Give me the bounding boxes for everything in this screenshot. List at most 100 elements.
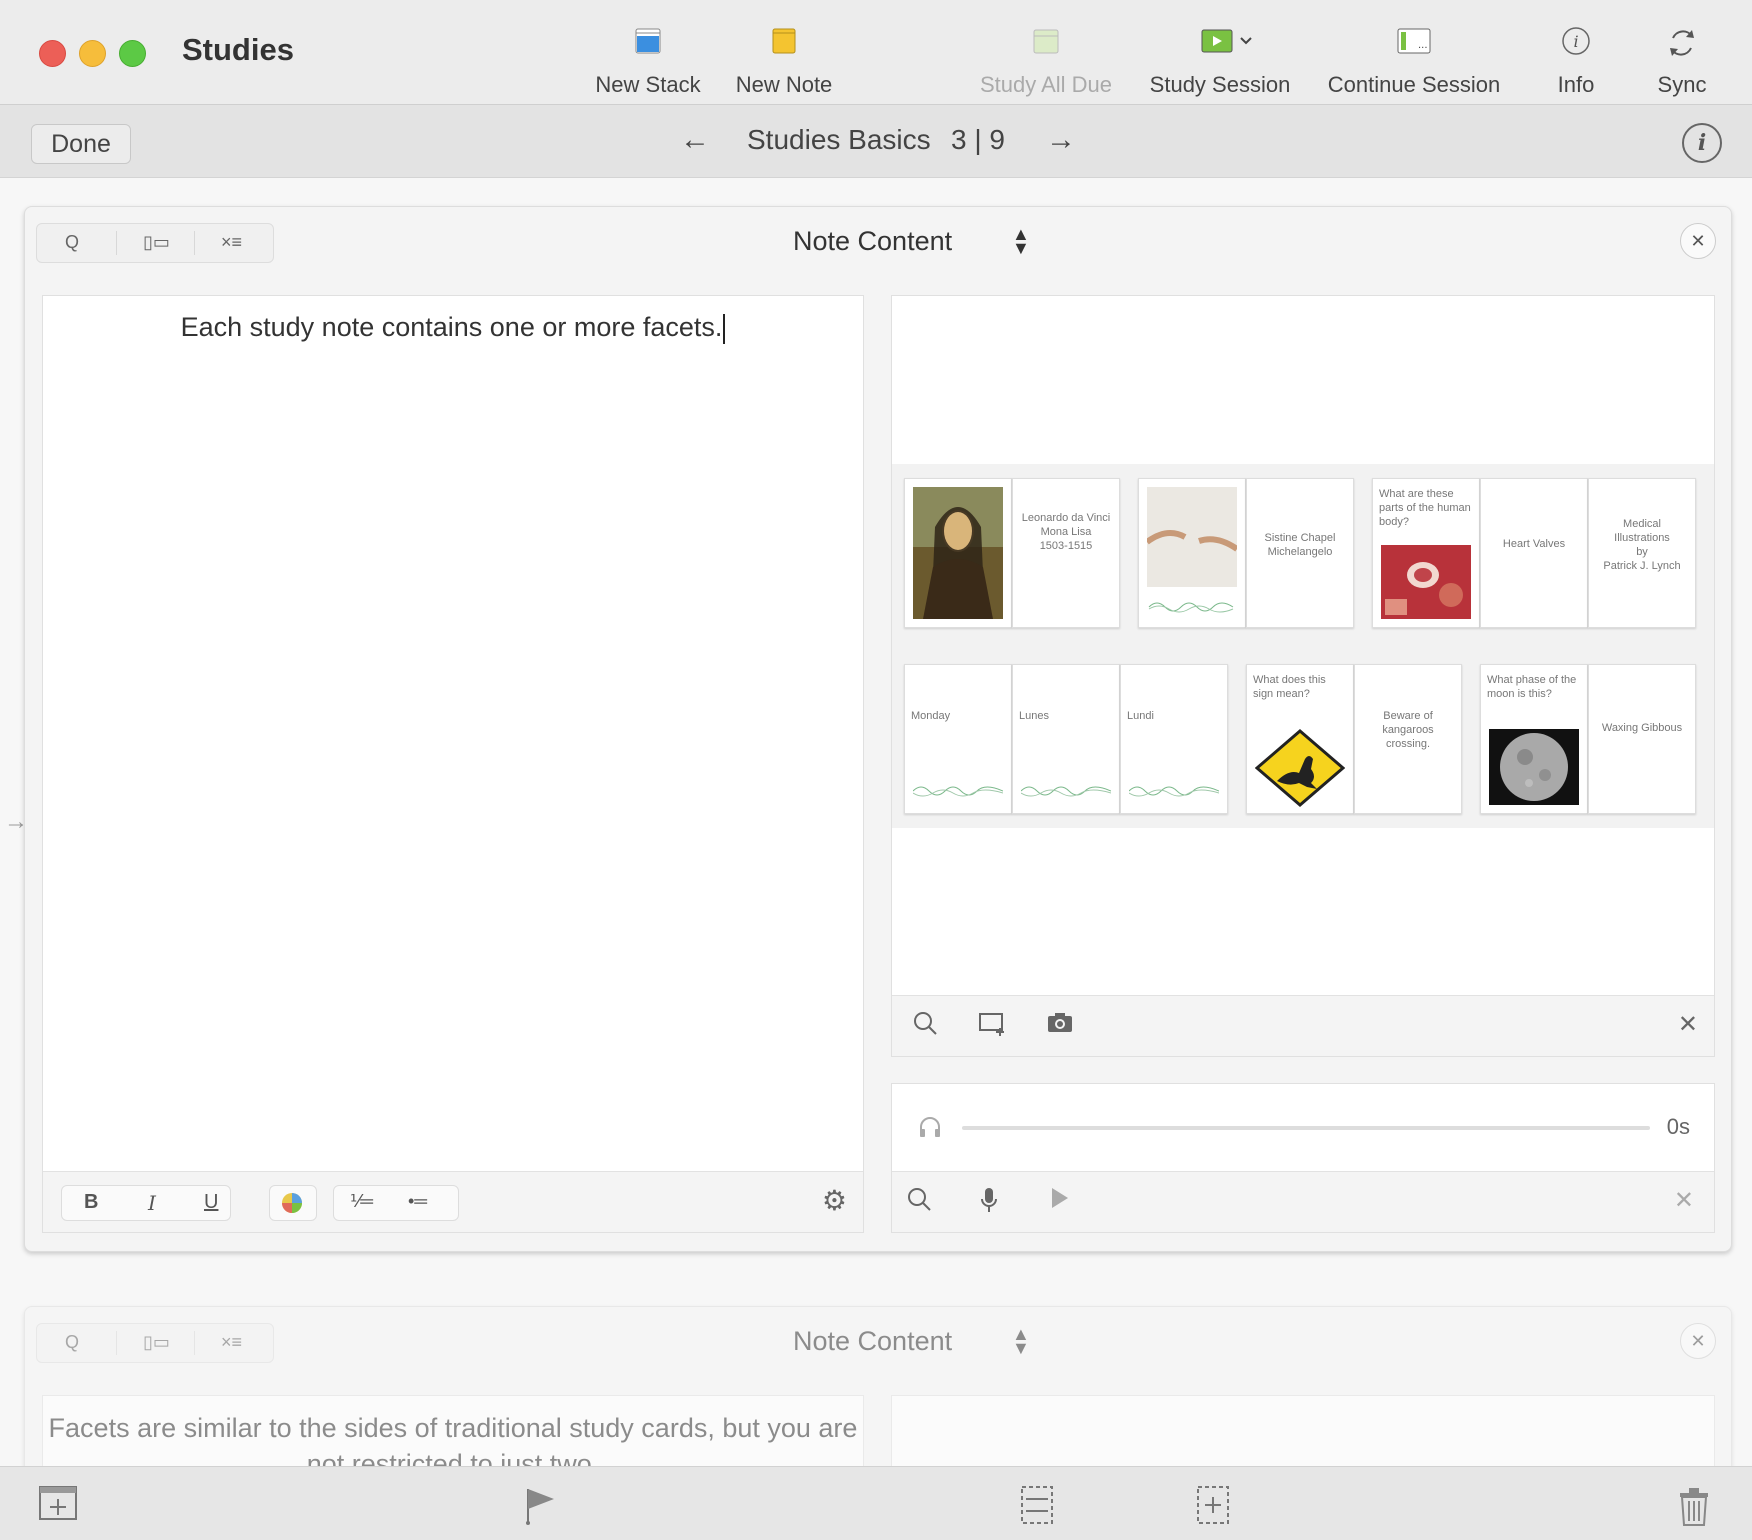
flag-icon[interactable] <box>522 1485 556 1530</box>
italic-button[interactable]: I <box>148 1191 156 1215</box>
mona-lisa-image <box>913 487 1003 619</box>
audio-duration: 0s <box>1666 1114 1690 1139</box>
color-picker-button[interactable] <box>269 1185 317 1221</box>
info-icon: i <box>1561 26 1591 61</box>
card-waxing-gibbous: Waxing Gibbous <box>1588 664 1696 814</box>
card-mona-lisa <box>904 478 1012 628</box>
facet-header: Q ▯▭ ×≡ Note Content ▲ ▼ ✕ <box>25 207 1731 279</box>
facet-type-title[interactable]: Note Content <box>793 1326 952 1357</box>
microphone-icon[interactable] <box>980 1186 998 1221</box>
play-session-icon <box>1200 26 1254 61</box>
calendar-icon <box>1031 26 1061 61</box>
text-cursor <box>723 313 726 344</box>
card-creation-of-adam <box>1138 478 1246 628</box>
next-note-arrow-icon[interactable]: → <box>1046 123 1076 157</box>
facet-text: Each study note contains one or more fac… <box>180 312 723 342</box>
search-facet-icon[interactable]: Q <box>65 1332 79 1353</box>
sync-button[interactable]: Sync <box>1646 22 1718 102</box>
note-position: 3 | 9 <box>951 124 1005 155</box>
clear-format-icon[interactable]: ×≡ <box>221 1332 242 1353</box>
card-human-body-question: What are these parts of the human body? <box>1372 478 1480 628</box>
facet-type-title[interactable]: Note Content <box>793 226 952 257</box>
waveform-image <box>1129 786 1219 797</box>
info-button[interactable]: i Info <box>1540 22 1612 102</box>
color-wheel-icon <box>281 1192 303 1219</box>
moon-image <box>1489 729 1579 805</box>
card-lunes: Lunes <box>1012 664 1120 814</box>
bulleted-list-icon[interactable]: •═ <box>408 1191 427 1212</box>
play-icon[interactable] <box>1050 1186 1070 1217</box>
zoom-window-button[interactable] <box>119 40 146 67</box>
image-facet-panel: Leonardo da Vinci Mona Lisa 1503-1515 Si… <box>891 295 1715 1057</box>
facet-tools-segmented: Q ▯▭ ×≡ <box>36 223 274 263</box>
title-bar: Studies New Stack New Note Study All Due… <box>0 0 1752 105</box>
new-stack-button[interactable]: New Stack <box>586 22 710 102</box>
new-note-icon <box>769 26 799 61</box>
note-info-icon[interactable]: i <box>1682 123 1722 163</box>
creation-of-adam-image <box>1147 487 1237 613</box>
remove-image-icon[interactable]: ✕ <box>1678 1010 1698 1039</box>
zoom-search-icon[interactable] <box>912 1010 938 1043</box>
audio-search-icon[interactable] <box>906 1186 932 1219</box>
study-all-due-button[interactable]: Study All Due <box>972 22 1120 102</box>
done-button[interactable]: Done <box>31 124 131 164</box>
facet-header: Q ▯▭ ×≡ Note Content ▲ ▼ ✕ <box>25 1307 1731 1379</box>
numbered-list-icon[interactable]: ⅟═ <box>350 1191 373 1212</box>
previous-note-arrow-icon[interactable]: ← <box>680 123 710 157</box>
svg-text:...: ... <box>1418 40 1428 51</box>
notes-content-area: → Q ▯▭ ×≡ Note Content ▲ ▼ ✕ Each study n… <box>0 178 1752 1540</box>
gear-icon[interactable]: ⚙ <box>822 1184 847 1217</box>
new-note-button[interactable]: New Note <box>726 22 842 102</box>
continue-session-button[interactable]: ... Continue Session <box>1318 22 1510 102</box>
card-beware-kangaroos: Beware of kangaroos crossing. <box>1354 664 1462 814</box>
list-style-group: ⅟═ •═ <box>333 1185 459 1221</box>
audio-facet-panel: 0s ✕ <box>891 1083 1715 1233</box>
window-title: Studies <box>182 32 294 67</box>
card-lundi: Lundi <box>1120 664 1228 814</box>
navigation-bar: Done ← Studies Basics 3 | 9 → i <box>0 105 1752 178</box>
sync-icon <box>1665 26 1699 65</box>
stack-title: Studies Basics <box>747 124 931 155</box>
card-monday: Monday <box>904 664 1012 814</box>
trash-icon[interactable] <box>1676 1485 1712 1532</box>
close-window-button[interactable] <box>39 40 66 67</box>
waveform-image <box>1021 786 1111 797</box>
card-heart-valves: Heart Valves <box>1480 478 1588 628</box>
flashcard-image: Leonardo da Vinci Mona Lisa 1503-1515 Si… <box>892 464 1714 828</box>
bottom-toolbar <box>0 1466 1752 1540</box>
facet-type-stepper-icon[interactable]: ▲ ▼ <box>1012 225 1030 257</box>
card-moon-question: What phase of the moon is this? <box>1480 664 1588 814</box>
text-style-group: B I U <box>61 1185 231 1221</box>
audio-progress-track[interactable] <box>962 1126 1650 1130</box>
close-facet-icon[interactable]: ✕ <box>1680 223 1716 259</box>
headphones-icon <box>918 1116 942 1143</box>
card-medical-illustrations: Medical Illustrations by Patrick J. Lync… <box>1588 478 1696 628</box>
facet-card: Q ▯▭ ×≡ Note Content ▲ ▼ ✕ Each study not… <box>24 206 1732 1252</box>
kangaroo-sign-image <box>1255 729 1345 807</box>
bold-button[interactable]: B <box>84 1191 98 1214</box>
card-sign-question: What does this sign mean? <box>1246 664 1354 814</box>
underline-button[interactable]: U <box>204 1191 218 1214</box>
add-facet-icon[interactable] <box>38 1485 78 1526</box>
add-image-icon[interactable] <box>978 1010 1006 1043</box>
minimize-window-button[interactable] <box>79 40 106 67</box>
close-facet-icon[interactable]: ✕ <box>1680 1323 1716 1359</box>
card-sistine-chapel: Sistine Chapel Michelangelo <box>1246 478 1354 628</box>
clear-format-icon[interactable]: ×≡ <box>221 232 242 253</box>
insert-facet-icon[interactable] <box>1196 1485 1230 1530</box>
facet-split-icon[interactable] <box>1020 1485 1054 1530</box>
search-facet-icon[interactable]: Q <box>65 232 79 253</box>
new-stack-icon <box>633 26 663 61</box>
facet-tools-segmented: Q ▯▭ ×≡ <box>36 1323 274 1363</box>
facet-layout-icon[interactable]: ▯▭ <box>143 232 170 253</box>
facet-text-editor[interactable]: Each study note contains one or more fac… <box>42 295 864 1233</box>
facet-layout-icon[interactable]: ▯▭ <box>143 1332 170 1353</box>
waveform-image <box>913 786 1003 797</box>
image-toolbar: ✕ <box>892 995 1714 1056</box>
heart-valves-image <box>1381 545 1471 619</box>
facet-type-stepper-icon[interactable]: ▲ ▼ <box>1012 1325 1030 1357</box>
format-toolbar: B I U ⅟═ •═ ⚙ <box>43 1171 863 1232</box>
study-session-button[interactable]: Study Session <box>1140 22 1300 102</box>
remove-audio-icon[interactable]: ✕ <box>1674 1186 1694 1215</box>
camera-icon[interactable] <box>1046 1010 1074 1043</box>
